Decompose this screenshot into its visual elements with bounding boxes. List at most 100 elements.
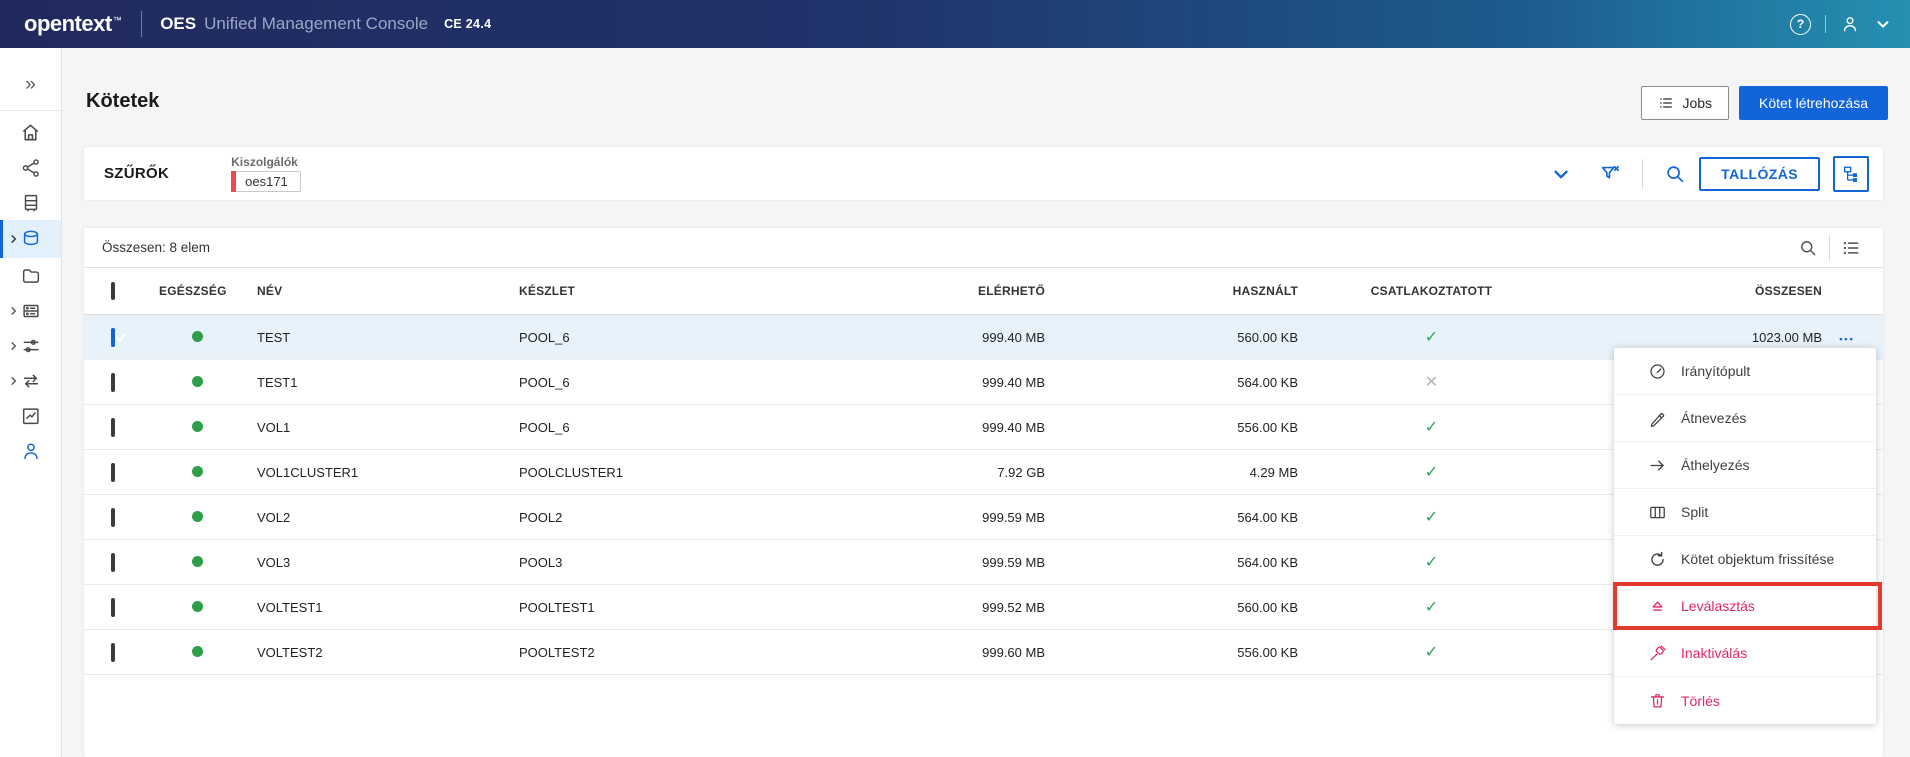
app-window: opentext™ OES Unified Management Console…	[0, 0, 1910, 757]
available-value: 999.60 MB	[982, 644, 1045, 660]
product-subtitle: Unified Management Console	[204, 14, 429, 33]
search-icon[interactable]	[1798, 238, 1818, 258]
row-checkbox[interactable]	[111, 552, 115, 572]
sidebar-item-folders[interactable]	[0, 258, 61, 293]
menu-item-label: Törlés	[1681, 692, 1720, 709]
toolbar-divider	[1829, 234, 1830, 261]
health-status-icon	[192, 420, 203, 432]
total-value: 1023.00 MB	[1751, 329, 1822, 345]
server-filter-chip[interactable]: oes171	[231, 171, 301, 192]
mounted-check-icon	[1425, 329, 1438, 346]
sidebar-item-users[interactable]	[0, 433, 61, 468]
menu-item-label: Átnevezés	[1681, 410, 1747, 426]
column-header-pool: KÉSZLET	[519, 284, 576, 298]
pool-name: POOL_6	[519, 329, 570, 345]
pool-name: POOLCLUSTER1	[519, 464, 624, 480]
rename-icon	[1650, 412, 1664, 427]
menu-item-deactivate[interactable]: Inaktiválás	[1614, 630, 1876, 677]
clear-filter-icon[interactable]	[1599, 163, 1621, 185]
pool-name: POOL_6	[519, 374, 570, 390]
menu-item-split[interactable]: Split	[1614, 489, 1876, 536]
health-status-icon	[192, 555, 203, 567]
chevron-down-icon[interactable]	[1550, 163, 1572, 185]
health-status-icon	[192, 465, 203, 477]
menu-item-rename[interactable]: Átnevezés	[1614, 395, 1876, 442]
menu-item-label: Split	[1681, 504, 1709, 520]
browse-button[interactable]: TALLÓZÁS	[1699, 156, 1820, 191]
row-checkbox[interactable]	[111, 417, 115, 437]
jobs-list-icon	[1660, 98, 1673, 108]
health-status-icon	[192, 510, 203, 522]
row-checkbox[interactable]	[111, 597, 115, 617]
storage-icon	[22, 304, 39, 317]
server-icon	[24, 194, 37, 211]
sidebar-item-settings[interactable]	[0, 328, 61, 363]
sidebar-expand-icon[interactable]	[0, 66, 61, 104]
column-header-used: HASZNÁLT	[1232, 284, 1298, 298]
menu-item-label: Áthelyezés	[1681, 457, 1750, 473]
pool-name: POOL2	[519, 509, 563, 525]
volume-name: VOL3	[257, 554, 291, 570]
available-value: 999.59 MB	[982, 554, 1045, 570]
menu-item-refresh-volume-object[interactable]: Kötet objektum frissítése	[1614, 536, 1876, 583]
sidebar-item-volumes[interactable]	[0, 220, 61, 258]
chart-icon	[22, 407, 39, 424]
menu-item-delete[interactable]: Törlés	[1614, 677, 1876, 724]
settings-sliders-icon	[23, 339, 38, 352]
available-value: 999.59 MB	[982, 509, 1045, 525]
sidebar-item-home[interactable]	[0, 115, 61, 150]
user-icon[interactable]	[1840, 14, 1860, 34]
eject-icon	[1651, 600, 1663, 611]
sidebar-item-monitoring[interactable]	[0, 398, 61, 433]
opentext-logo: opentext™	[24, 11, 122, 36]
volume-name: VOLTEST2	[257, 644, 323, 660]
menu-item-label: Irányítópult	[1681, 363, 1751, 379]
row-checkbox[interactable]	[111, 462, 115, 482]
menu-item-move[interactable]: Áthelyezés	[1614, 442, 1876, 489]
create-volume-button[interactable]: Kötet létrehozása	[1739, 86, 1888, 120]
row-checkbox[interactable]	[111, 327, 115, 347]
search-icon[interactable]	[1664, 163, 1686, 185]
servers-filter-label: Kiszolgálók	[231, 155, 298, 169]
column-header-health: EGÉSZSÉG	[159, 284, 227, 298]
menu-item-dismount[interactable]: Leválasztás	[1613, 582, 1882, 630]
chevron-right-icon	[11, 376, 17, 385]
volume-name: TEST	[257, 329, 291, 345]
pool-name: POOL_6	[519, 419, 570, 435]
jobs-button[interactable]: Jobs	[1641, 86, 1730, 120]
volume-name: TEST1	[257, 374, 298, 390]
menu-item-dashboard[interactable]: Irányítópult	[1614, 348, 1876, 395]
sidebar	[0, 48, 62, 757]
list-view-icon[interactable]	[1841, 238, 1861, 258]
row-checkbox[interactable]	[111, 507, 115, 527]
tree-view-button[interactable]	[1833, 155, 1869, 192]
used-value: 560.00 KB	[1237, 599, 1298, 615]
sync-arrows-icon	[23, 374, 38, 387]
deactivate-icon	[1650, 644, 1666, 660]
menu-item-label: Leválasztás	[1681, 598, 1755, 614]
move-icon	[1649, 459, 1664, 471]
row-checkbox[interactable]	[111, 372, 115, 392]
sidebar-item-network[interactable]	[0, 150, 61, 185]
pool-name: POOLTEST1	[519, 599, 595, 615]
sidebar-item-storage[interactable]	[0, 293, 61, 328]
row-actions-button[interactable]	[1822, 329, 1872, 346]
home-icon	[22, 124, 39, 141]
chevron-down-icon[interactable]	[1874, 15, 1892, 33]
sidebar-item-replication[interactable]	[0, 363, 61, 398]
dashboard-icon	[1649, 363, 1665, 379]
sidebar-item-servers[interactable]	[0, 185, 61, 220]
menu-item-label: Inaktiválás	[1681, 645, 1748, 661]
filters-title: SZŰRŐK	[104, 165, 170, 182]
volume-name: VOL1	[257, 419, 291, 435]
column-header-name: NÉV	[257, 284, 283, 298]
filter-divider	[1642, 158, 1644, 189]
user-icon	[23, 442, 38, 459]
row-checkbox[interactable]	[111, 642, 115, 662]
table-header-row: EGÉSZSÉG NÉV KÉSZLET ELÉRHETŐ HASZNÁLT C…	[84, 268, 1883, 315]
health-status-icon	[192, 375, 203, 387]
available-value: 999.40 MB	[982, 329, 1045, 345]
help-icon[interactable]	[1790, 13, 1811, 35]
select-all-checkbox[interactable]	[111, 282, 115, 300]
menu-item-label: Kötet objektum frissítése	[1681, 551, 1835, 567]
